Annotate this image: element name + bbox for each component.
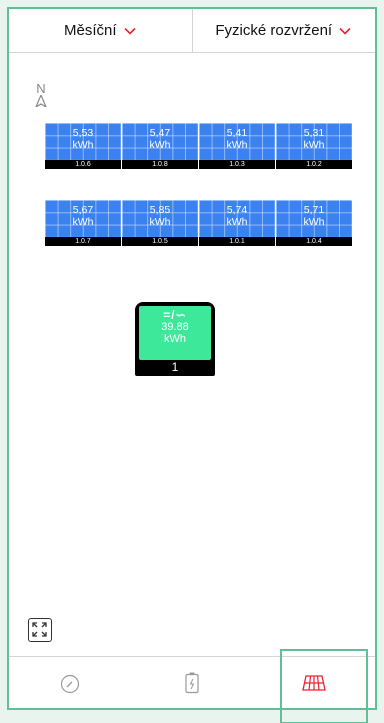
compass-label: N: [36, 81, 46, 96]
inverter-number: 1: [171, 360, 179, 374]
header: Měsíční Fyzické rozvržení: [9, 9, 375, 53]
inverter-energy: 39.88: [161, 321, 189, 333]
layout-map[interactable]: N 5,53 kWh 1.0.6 5,47 kWh 1.0.8 5,41 kWh 1.…: [9, 54, 375, 656]
panel-unit: kWh: [149, 139, 171, 151]
inverter-unit: kWh: [164, 333, 186, 345]
panel-id: 1.0.8: [122, 160, 198, 169]
panel-unit: kWh: [72, 139, 94, 151]
panel-id: 1.0.7: [45, 237, 121, 246]
solar-panel[interactable]: 5,74 kWh 1.0.1: [199, 200, 275, 246]
expand-icon: [32, 622, 47, 637]
solar-panel[interactable]: 5,71 kWh 1.0.4: [276, 200, 352, 246]
solar-panel[interactable]: 5,47 kWh 1.0.8: [122, 123, 198, 169]
battery-icon: [185, 672, 199, 693]
tab-production[interactable]: [9, 657, 131, 708]
tab-storage[interactable]: [131, 657, 253, 708]
panel-id: 1.0.3: [199, 160, 275, 169]
panel-unit: kWh: [226, 216, 248, 228]
tab-bar: [9, 649, 375, 723]
view-dropdown[interactable]: Fyzické rozvržení: [191, 9, 376, 52]
inverter[interactable]: =/∽ 39.88 kWh 1: [135, 302, 215, 376]
solar-panel[interactable]: 5,31 kWh 1.0.2: [276, 123, 352, 169]
panel-energy: 5,67: [72, 204, 94, 216]
panel-unit: kWh: [226, 139, 248, 151]
panel-unit: kWh: [303, 139, 325, 151]
compass: N: [33, 82, 49, 107]
panel-unit: kWh: [303, 216, 325, 228]
solar-panel-icon: [302, 674, 326, 691]
panel-energy: 5,47: [149, 127, 171, 139]
panel-unit: kWh: [72, 216, 94, 228]
panel-energy: 5,41: [226, 127, 248, 139]
app-frame: Měsíční Fyzické rozvržení N 5,53 kWh 1.0.…: [7, 7, 377, 723]
tab-layout[interactable]: [253, 649, 375, 723]
panel-energy: 5,74: [226, 204, 248, 216]
solar-panel[interactable]: 5,67 kWh 1.0.7: [45, 200, 121, 246]
panel-id: 1.0.5: [122, 237, 198, 246]
panel-id: 1.0.4: [276, 237, 352, 246]
chevron-down-icon: [339, 27, 351, 35]
panel-id: 1.0.2: [276, 160, 352, 169]
panel-id: 1.0.1: [199, 237, 275, 246]
panel-energy: 5,71: [303, 204, 325, 216]
north-arrow-icon: [35, 95, 47, 107]
ac-dc-icon: =/∽: [163, 308, 187, 322]
panel-id: 1.0.6: [45, 160, 121, 169]
solar-panel[interactable]: 5,41 kWh 1.0.3: [199, 123, 275, 169]
panel-unit: kWh: [149, 216, 171, 228]
panel-energy: 5,53: [72, 127, 94, 139]
period-dropdown[interactable]: Měsíční: [9, 9, 192, 52]
chevron-down-icon: [123, 27, 136, 35]
solar-panel[interactable]: 5,53 kWh 1.0.6: [45, 123, 121, 169]
period-dropdown-label: Měsíční: [63, 22, 117, 39]
gauge-icon: [60, 674, 80, 693]
panel-energy: 5,31: [303, 127, 325, 139]
panel-energy: 5,85: [149, 204, 171, 216]
fullscreen-button[interactable]: [28, 618, 52, 642]
solar-panel[interactable]: 5,85 kWh 1.0.5: [122, 200, 198, 246]
view-dropdown-label: Fyzické rozvržení: [215, 22, 333, 39]
inverter-screen: =/∽ 39.88 kWh: [139, 306, 211, 360]
